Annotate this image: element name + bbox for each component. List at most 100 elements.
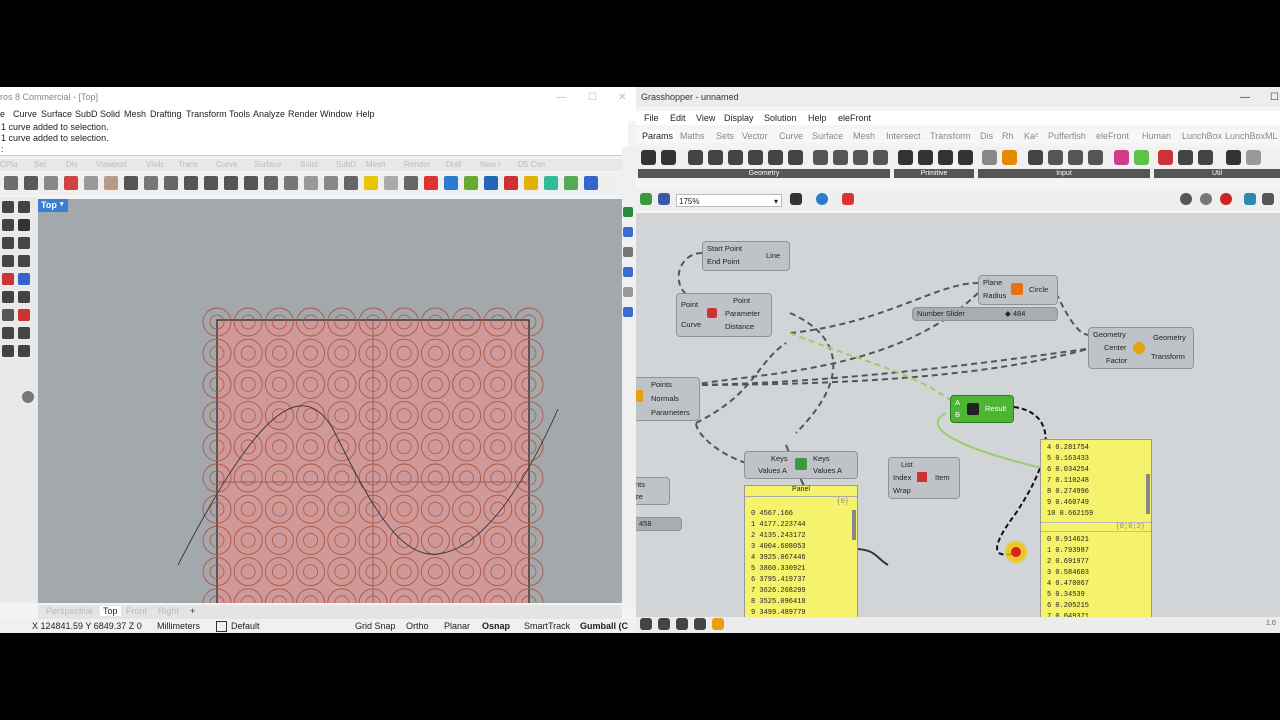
tab-subd[interactable]: SubD [336, 160, 356, 169]
gh-menu-file[interactable]: File [644, 113, 659, 123]
minimize-icon[interactable]: — [1240, 92, 1250, 103]
zoom-extents-icon[interactable] [224, 176, 238, 190]
panel-icon[interactable] [623, 247, 633, 257]
menu-drafting[interactable]: Drafting [150, 109, 182, 119]
param-icon[interactable] [768, 150, 783, 165]
gh-menu-display[interactable]: Display [724, 113, 754, 123]
gh-tab-lunchboxml[interactable]: LunchBoxML [1225, 131, 1278, 141]
preview-mode-icon[interactable] [1262, 193, 1274, 205]
slider-value[interactable]: 458 [639, 519, 652, 528]
tab-visibility[interactable]: Visib [146, 160, 163, 169]
input-icon[interactable] [1088, 150, 1103, 165]
param-icon[interactable] [728, 150, 743, 165]
circle-icon[interactable] [2, 237, 14, 249]
layer-color-swatch[interactable] [216, 621, 227, 632]
menu-file[interactable]: e [0, 109, 5, 119]
output-points[interactable]: Points [651, 380, 672, 389]
tools-icon[interactable] [544, 176, 558, 190]
param-icon[interactable] [748, 150, 763, 165]
output-keys[interactable]: Keys [813, 454, 830, 463]
gh-tab-elefront[interactable]: eleFront [1096, 131, 1129, 141]
output-distance[interactable]: Distance [725, 322, 754, 331]
gh-menu-solution[interactable]: Solution [764, 113, 797, 123]
gh-tab-mesh[interactable]: Mesh [853, 131, 875, 141]
partial-component[interactable]: nts ze [636, 477, 670, 505]
osnap-icon[interactable] [364, 176, 378, 190]
mesh-icon[interactable] [18, 291, 30, 303]
input-list[interactable]: List [901, 460, 913, 469]
util-icon[interactable] [1158, 150, 1173, 165]
input-radius[interactable]: Radius [983, 291, 1006, 300]
lock-icon[interactable] [404, 176, 418, 190]
preview-mode-icon[interactable] [1220, 193, 1232, 205]
sphere-icon[interactable] [484, 176, 498, 190]
select-icon[interactable] [2, 201, 14, 213]
rendered-icon[interactable] [504, 176, 518, 190]
block-icon[interactable] [18, 309, 30, 321]
slider-value[interactable]: ◆ 484 [1005, 309, 1025, 318]
gumball-toggle[interactable]: Gumball (C [580, 621, 628, 631]
tab-viewport[interactable]: Viewport [96, 160, 127, 169]
planar-toggle[interactable]: Planar [444, 621, 470, 631]
tab-display[interactable]: Dis [66, 160, 78, 169]
dimension-icon[interactable] [2, 309, 14, 321]
input-center[interactable]: Center [1104, 343, 1127, 352]
gh-tab-rh[interactable]: Rh [1002, 131, 1014, 141]
ortho-toggle[interactable]: Ortho [406, 621, 429, 631]
status-icon[interactable] [676, 618, 688, 630]
tab-set[interactable]: Set [34, 160, 46, 169]
tab-mesh[interactable]: Mesh [366, 160, 386, 169]
input-curve[interactable]: Curve [681, 320, 701, 329]
input-icon[interactable] [1134, 150, 1149, 165]
output-geometry[interactable]: Geometry [1153, 333, 1186, 342]
grid-icon[interactable] [284, 176, 298, 190]
tab-cplane[interactable]: CPla [0, 160, 17, 169]
display-icon[interactable] [464, 176, 478, 190]
status-icon[interactable] [658, 618, 670, 630]
grasshopper-icon[interactable] [564, 176, 578, 190]
transform-icon[interactable] [2, 327, 14, 339]
settings-icon[interactable] [22, 391, 34, 403]
param-icon[interactable] [788, 150, 803, 165]
menu-curve[interactable]: Curve [13, 109, 37, 119]
tab-right[interactable]: Right [158, 606, 179, 616]
copy-icon[interactable] [84, 176, 98, 190]
param-icon[interactable] [938, 150, 953, 165]
panel-icon[interactable] [623, 267, 633, 277]
rotate-view-icon[interactable] [164, 176, 178, 190]
input-end-point[interactable]: End Point [707, 257, 740, 266]
panel-scrollbar[interactable] [1146, 474, 1150, 514]
gh-tab-surface[interactable]: Surface [812, 131, 843, 141]
material-icon[interactable] [444, 176, 458, 190]
zoom-selected-icon[interactable] [244, 176, 258, 190]
tab-render[interactable]: Render [404, 160, 430, 169]
save-icon[interactable] [24, 176, 38, 190]
gh-tab-vector[interactable]: Vector [742, 131, 768, 141]
chevron-down-icon[interactable]: ▾ [774, 195, 778, 208]
gh-menu-view[interactable]: View [696, 113, 715, 123]
divide-curve-component[interactable]: Points Normals Parameters [636, 377, 700, 421]
sort-list-component[interactable]: Keys Values A Keys Values A [744, 451, 858, 479]
list-item-component[interactable]: List Index Wrap Item [888, 457, 960, 499]
gh-tab-params[interactable]: Params [640, 131, 676, 141]
print-icon[interactable] [44, 176, 58, 190]
tab-drafting[interactable]: Draf [446, 160, 461, 169]
menu-analyze[interactable]: Analyze [253, 109, 285, 119]
tab-top[interactable]: Top [100, 606, 121, 616]
menu-solid[interactable]: Solid [100, 109, 120, 119]
gh-tab-dis[interactable]: Dis [980, 131, 993, 141]
gh-tab-sets[interactable]: Sets [716, 131, 734, 141]
status-icon[interactable] [712, 618, 724, 630]
gh-menu-elefront[interactable]: eleFront [838, 113, 871, 123]
gh-tab-ka[interactable]: Ka² [1024, 131, 1038, 141]
extrude-icon[interactable] [18, 273, 30, 285]
panel-icon[interactable] [623, 287, 633, 297]
grid-snap-toggle[interactable]: Grid Snap [355, 621, 396, 631]
output-point[interactable]: Point [733, 296, 750, 305]
panel-left[interactable]: Panel {0} 0 4567.166 1 4177.223744 2 413… [744, 485, 858, 619]
close-icon[interactable]: ✕ [618, 92, 626, 103]
param-icon[interactable] [833, 150, 848, 165]
help-icon[interactable] [584, 176, 598, 190]
cut-icon[interactable] [64, 176, 78, 190]
output-parameters[interactable]: Parameters [651, 408, 690, 417]
